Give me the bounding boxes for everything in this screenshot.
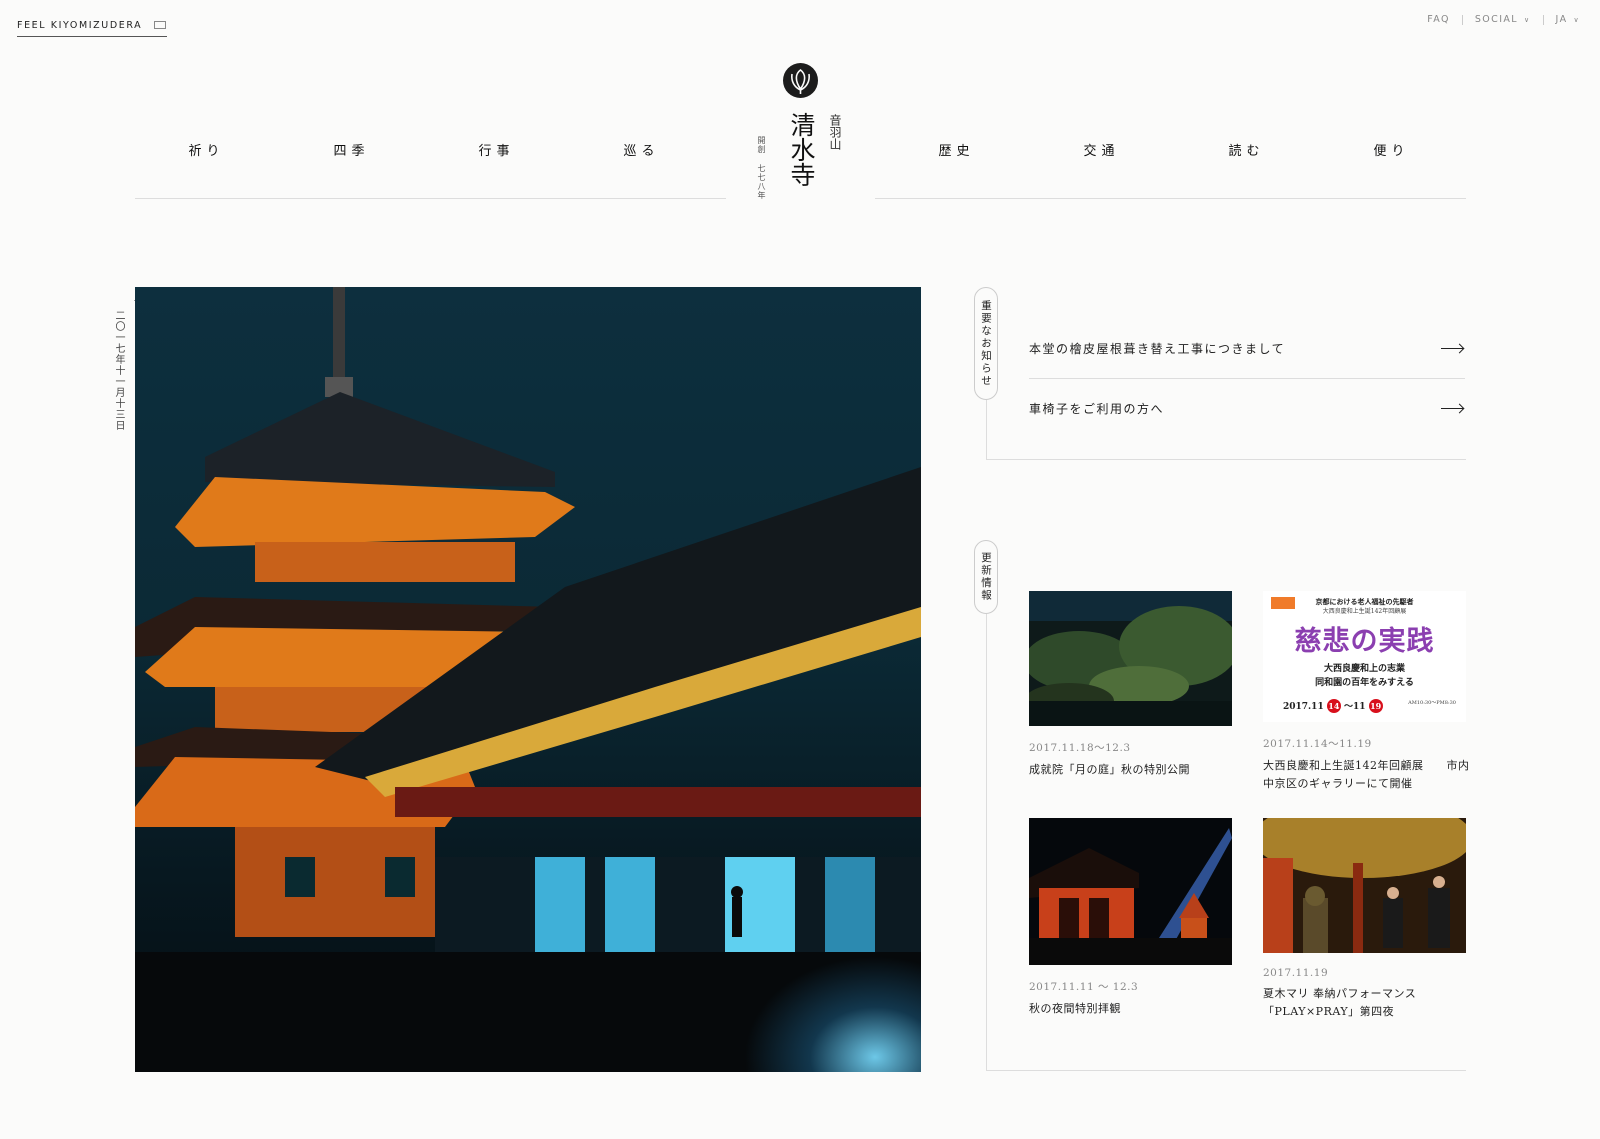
chevron-down-icon: ∨	[1524, 16, 1531, 24]
update-date: 2017.11.11 ～ 12.3	[1029, 981, 1139, 993]
update-title: 大西良慶和上生誕142年回顧展 市内中京区のギャラリーにて開催	[1263, 759, 1470, 790]
notice-item[interactable]: 車椅子をご利用の方へ	[1029, 378, 1465, 438]
poster-time: AM10:30～PM8:30	[1408, 700, 1456, 706]
nav-rule-right	[875, 198, 1466, 199]
founding-year: 開創 七七八年	[757, 136, 766, 200]
update-thumbnail-performance	[1263, 818, 1466, 953]
external-link-icon	[154, 21, 167, 29]
notices-tag: 重要なお知らせ	[974, 287, 998, 400]
update-thumbnail-poster: 京都における老人福祉の先駆者 大西良慶和上生誕142年回顧展 慈悲の実践 大西良…	[1263, 591, 1466, 722]
updates-tag: 更新情報	[974, 540, 998, 614]
update-thumbnail-garden	[1029, 591, 1232, 726]
nav-item-meguru[interactable]: 巡る	[569, 140, 714, 159]
update-title: 秋の夜間特別拝観	[1029, 1002, 1121, 1015]
pagoda-illustration	[135, 287, 921, 1072]
divider	[1542, 14, 1544, 25]
main-nav-left: 祈り 四季 行事 巡る	[134, 140, 714, 159]
poster-dates: 2017.11 14 ～11 19	[1283, 699, 1383, 713]
nav-item-yomu[interactable]: 読む	[1174, 140, 1319, 159]
nav-item-rekishi[interactable]: 歴史	[884, 140, 1029, 159]
arrow-right-icon	[1441, 347, 1463, 349]
feel-kiyomizudera-link[interactable]: FEEL KIYOMIZUDERA	[17, 14, 167, 37]
temple-crest-logo[interactable]	[783, 63, 818, 98]
update-card[interactable]: 2017.11.11 ～ 12.3 秋の夜間特別拝観	[1029, 818, 1239, 1018]
mountain-name: 音羽山	[828, 114, 842, 150]
update-card[interactable]: 2017.11.19 夏木マリ 奉納パフォーマンス「PLAY×PRAY」第四夜	[1263, 818, 1473, 1021]
utility-nav: FAQ SOCIAL ∨ JA ∨	[1427, 14, 1580, 25]
feel-kiyomizudera-label: FEEL KIYOMIZUDERA	[17, 19, 143, 31]
chevron-down-icon: ∨	[1573, 16, 1580, 24]
update-date: 2017.11.14～11.19	[1263, 738, 1372, 750]
poster-line: 大西良慶和上生誕142年回顧展	[1322, 608, 1407, 615]
nav-item-shiki[interactable]: 四季	[279, 140, 424, 159]
update-card[interactable]: 2017.11.18～12.3 成就院「月の庭」秋の特別公開	[1029, 591, 1239, 779]
update-card[interactable]: 京都における老人福祉の先駆者 大西良慶和上生誕142年回顧展 慈悲の実践 大西良…	[1263, 591, 1473, 793]
hero-date: 二〇一七年十一月十三日	[113, 310, 124, 431]
poster-line: 大西良慶和上の志業	[1323, 664, 1405, 674]
update-title: 夏木マリ 奉納パフォーマンス「PLAY×PRAY」第四夜	[1263, 987, 1417, 1018]
arrow-right-icon	[1441, 407, 1463, 409]
nav-item-inori[interactable]: 祈り	[134, 140, 279, 159]
hero-image-pagoda-night	[135, 287, 921, 1072]
nav-item-kotsu[interactable]: 交通	[1029, 140, 1174, 159]
notice-title: 本堂の檜皮屋根葺き替え工事につきまして	[1029, 341, 1286, 356]
notice-item[interactable]: 本堂の檜皮屋根葺き替え工事につきまして	[1029, 318, 1465, 379]
social-label: SOCIAL	[1474, 14, 1518, 25]
nav-rule-left	[135, 198, 726, 199]
update-date: 2017.11.18～12.3	[1029, 742, 1131, 754]
poster-headline: 慈悲の実践	[1294, 626, 1435, 657]
language-label: JA	[1555, 14, 1568, 25]
update-thumbnail-gate	[1029, 818, 1232, 965]
nav-item-gyoji[interactable]: 行事	[424, 140, 569, 159]
language-dropdown[interactable]: JA ∨	[1556, 14, 1580, 25]
crest-icon	[791, 69, 810, 94]
divider	[1461, 14, 1463, 25]
faq-link[interactable]: FAQ	[1427, 14, 1450, 25]
social-dropdown[interactable]: SOCIAL ∨	[1475, 14, 1531, 25]
temple-name: 清水寺	[787, 112, 816, 187]
update-date: 2017.11.19	[1263, 967, 1329, 979]
main-nav-right: 歴史 交通 読む 便り	[884, 140, 1464, 159]
nav-item-tayori[interactable]: 便り	[1319, 140, 1464, 159]
poster-line: 同和園の百年をみすえる	[1315, 678, 1414, 688]
notice-title: 車椅子をご利用の方へ	[1029, 401, 1165, 416]
update-title: 成就院「月の庭」秋の特別公開	[1029, 763, 1190, 776]
